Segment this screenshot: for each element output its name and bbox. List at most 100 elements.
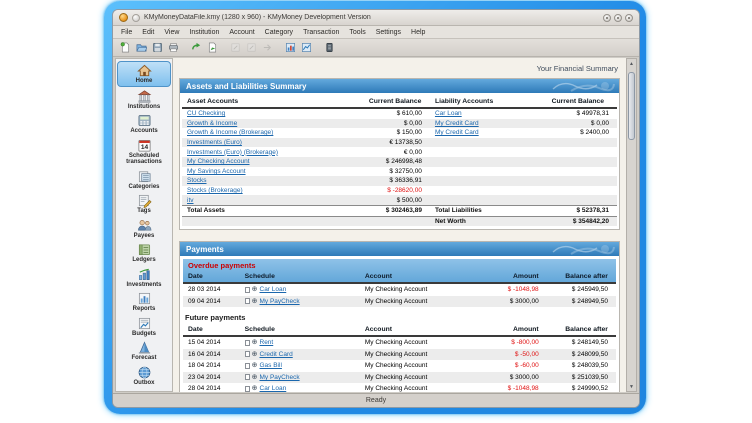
skip-schedule-icon[interactable]	[245, 363, 250, 369]
asset-account-link[interactable]: itv	[182, 197, 360, 204]
scroll-down-icon[interactable]: ▼	[627, 382, 636, 391]
sidebar-item[interactable]: Tags	[117, 192, 171, 216]
asset-balance-value: $ 610,00	[360, 110, 430, 117]
menu-item[interactable]: Account	[229, 29, 254, 36]
toolbar-button[interactable]	[190, 41, 203, 54]
sidebar-item[interactable]: Budgets	[117, 315, 171, 339]
schedule-link[interactable]: Car Loan	[260, 385, 287, 392]
skip-schedule-icon[interactable]	[245, 386, 250, 392]
schedule-link[interactable]: My PayCheck	[260, 374, 300, 381]
toolbar-button[interactable]	[206, 41, 219, 54]
liability-account-link[interactable]: Car Loan	[430, 110, 539, 117]
enter-schedule-icon[interactable]: ⊕	[252, 385, 258, 392]
toolbar-button[interactable]	[245, 41, 258, 54]
asset-account-link[interactable]: Growth & Income	[182, 120, 360, 127]
enter-schedule-icon[interactable]: ⊕	[252, 298, 258, 305]
liability-account-link[interactable]: My Credit Card	[430, 120, 539, 127]
asset-account-link[interactable]: Total Assets	[182, 207, 360, 214]
col-balance-after: Balance after	[547, 273, 616, 280]
asset-account-link[interactable]: Investments (Euro) (Brokerage)	[182, 149, 360, 156]
payment-balance-after: $ 248039,50	[547, 362, 616, 369]
asset-account-link[interactable]: My Savings Account	[182, 168, 360, 175]
menu-item[interactable]: Tools	[349, 29, 365, 36]
scrollbar-thumb[interactable]	[628, 72, 635, 140]
skip-schedule-icon[interactable]	[245, 374, 250, 380]
sidebar-item[interactable]: Forecast	[117, 339, 171, 363]
schedule-link[interactable]: Car Loan	[260, 286, 287, 293]
sidebar-item[interactable]: Institutions	[117, 88, 171, 112]
toolbar-icon	[136, 42, 147, 53]
sidebar-item[interactable]: Reports	[117, 290, 171, 314]
liability-account-link[interactable]: My Credit Card	[430, 129, 539, 136]
toolbar-button[interactable]	[323, 41, 336, 54]
sidebar-item[interactable]: Investments	[117, 266, 171, 290]
liability-account-link[interactable]: Total Liabilities	[430, 207, 539, 214]
asset-account-link[interactable]: My Checking Account	[182, 158, 360, 165]
toolbar-button[interactable]	[135, 41, 148, 54]
toolbar-button[interactable]	[151, 41, 164, 54]
toolbar-button[interactable]	[261, 41, 274, 54]
skip-schedule-icon[interactable]	[245, 351, 250, 357]
skip-schedule-icon[interactable]	[245, 340, 250, 346]
menu-item[interactable]: File	[121, 29, 132, 36]
col-liability-balance: Current Balance	[539, 98, 617, 105]
asset-account-link[interactable]: Investments (Euro)	[182, 139, 360, 146]
toolbar-button[interactable]	[229, 41, 242, 54]
toolbar-button[interactable]	[300, 41, 313, 54]
overdue-payment-row: 28 03 2014 ⊕ Car Loan My Checking Accoun…	[183, 284, 616, 296]
sidebar-item[interactable]: Accounts	[117, 112, 171, 136]
asset-account-link[interactable]: CU Checking	[182, 110, 360, 117]
sidebar-item[interactable]: Payees	[117, 217, 171, 241]
future-table-body: 15 04 2014 ⊕ Rent My Checking Account $ …	[180, 337, 619, 392]
enter-schedule-icon[interactable]: ⊕	[252, 374, 258, 381]
skip-schedule-icon[interactable]	[245, 298, 250, 304]
payment-amount: $ -1048,98	[486, 286, 547, 293]
sidebar-item[interactable]: Outbox	[117, 364, 171, 388]
enter-schedule-icon[interactable]: ⊕	[252, 351, 258, 358]
maximize-button[interactable]	[614, 14, 622, 22]
liability-account-link[interactable]: Net Worth	[430, 218, 539, 225]
scrollbar-track[interactable]	[627, 68, 636, 382]
menu-item[interactable]: Help	[411, 29, 425, 36]
schedule-link[interactable]: Rent	[260, 339, 274, 346]
asset-balance-value: $ 32750,00	[360, 168, 430, 175]
menu-item[interactable]: Category	[265, 29, 293, 36]
sidebar-item[interactable]: Home	[117, 61, 171, 87]
asset-account-link[interactable]: Stocks	[182, 177, 360, 184]
future-payment-row: 16 04 2014 ⊕ Credit Card My Checking Acc…	[183, 349, 616, 361]
toolbar-button[interactable]	[167, 41, 180, 54]
sidebar-item[interactable]: Ledgers	[117, 241, 171, 265]
sidebar-item-icon	[137, 267, 152, 282]
menu-item[interactable]: View	[164, 29, 179, 36]
toolbar-button[interactable]	[119, 41, 132, 54]
minimize-button[interactable]	[603, 14, 611, 22]
window-title: KMyMoneyDataFile.kmy (1280 x 960) - KMyM…	[144, 14, 599, 21]
assets-table-row: Stocks (Brokerage) $ -28620,00	[182, 186, 617, 196]
skip-schedule-icon[interactable]	[245, 287, 250, 293]
liability-balance-value: $ 2400,00	[539, 129, 617, 136]
sidebar-item[interactable]: Scheduled transactions	[117, 137, 171, 167]
scroll-up-icon[interactable]: ▲	[627, 59, 636, 68]
col-date: Date	[183, 273, 231, 280]
assets-liabilities-table: Asset Accounts Current Balance Liability…	[180, 93, 619, 229]
vertical-scrollbar[interactable]: ▲ ▼	[626, 58, 637, 392]
schedule-link[interactable]: Gas Bill	[260, 362, 282, 369]
menu-item[interactable]: Institution	[189, 29, 219, 36]
toolbar-button[interactable]	[284, 41, 297, 54]
close-button[interactable]	[625, 14, 633, 22]
assets-table-row: Investments (Euro) (Brokerage) € 0,00	[182, 147, 617, 157]
schedule-link[interactable]: Credit Card	[260, 351, 293, 358]
asset-account-link[interactable]: Growth & Income (Brokerage)	[182, 129, 360, 136]
payment-balance-after: $ 248099,50	[547, 351, 616, 358]
asset-account-link[interactable]: Stocks (Brokerage)	[182, 187, 360, 194]
menu-item[interactable]: Edit	[142, 29, 154, 36]
sidebar-item[interactable]: Categories	[117, 168, 171, 192]
menu-item[interactable]: Transaction	[303, 29, 339, 36]
enter-schedule-icon[interactable]: ⊕	[252, 286, 258, 293]
col-amount: Amount	[486, 273, 547, 280]
payment-account: My Checking Account	[365, 351, 486, 358]
schedule-link[interactable]: My PayCheck	[260, 298, 300, 305]
menu-item[interactable]: Settings	[376, 29, 401, 36]
enter-schedule-icon[interactable]: ⊕	[252, 362, 258, 369]
enter-schedule-icon[interactable]: ⊕	[252, 339, 258, 346]
